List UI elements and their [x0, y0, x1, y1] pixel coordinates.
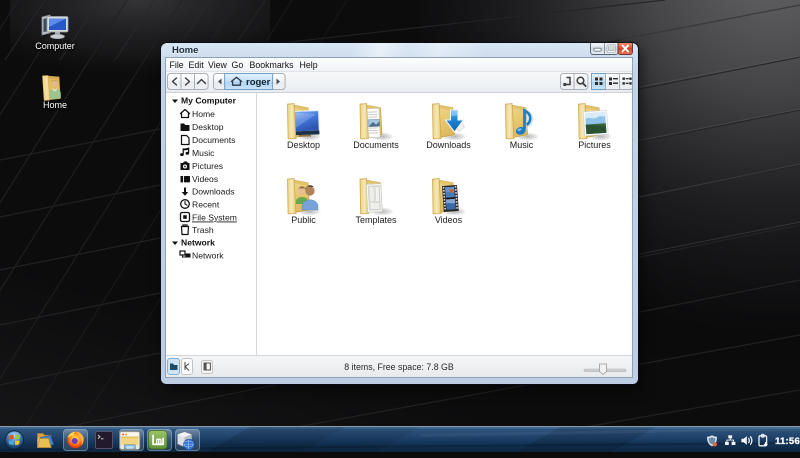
- svg-text:Home: Home: [192, 109, 215, 119]
- svg-text:Network: Network: [181, 238, 215, 248]
- svg-text:Pictures: Pictures: [578, 140, 611, 150]
- svg-text:Trash: Trash: [192, 225, 214, 235]
- svg-text:Desktop: Desktop: [287, 140, 320, 150]
- svg-text:Downloads: Downloads: [192, 187, 235, 197]
- svg-text:My Computer: My Computer: [181, 96, 237, 106]
- svg-text:Music: Music: [510, 140, 534, 150]
- svg-text:Documents: Documents: [192, 135, 235, 145]
- svg-text:Downloads: Downloads: [426, 140, 471, 150]
- svg-text:Videos: Videos: [435, 215, 463, 225]
- svg-text:Network: Network: [192, 251, 224, 261]
- svg-text:Templates: Templates: [355, 215, 397, 225]
- svg-text:Recent: Recent: [192, 200, 220, 210]
- svg-text:Pictures: Pictures: [192, 161, 223, 171]
- svg-text:roger: roger: [246, 77, 271, 88]
- svg-text:Public: Public: [291, 215, 316, 225]
- svg-text:Desktop: Desktop: [192, 122, 224, 132]
- svg-text:File System: File System: [192, 213, 237, 223]
- svg-text:Documents: Documents: [353, 140, 399, 150]
- svg-text:11:56: 11:56: [775, 436, 800, 447]
- svg-text:Videos: Videos: [192, 174, 218, 184]
- svg-text:Music: Music: [192, 148, 215, 158]
